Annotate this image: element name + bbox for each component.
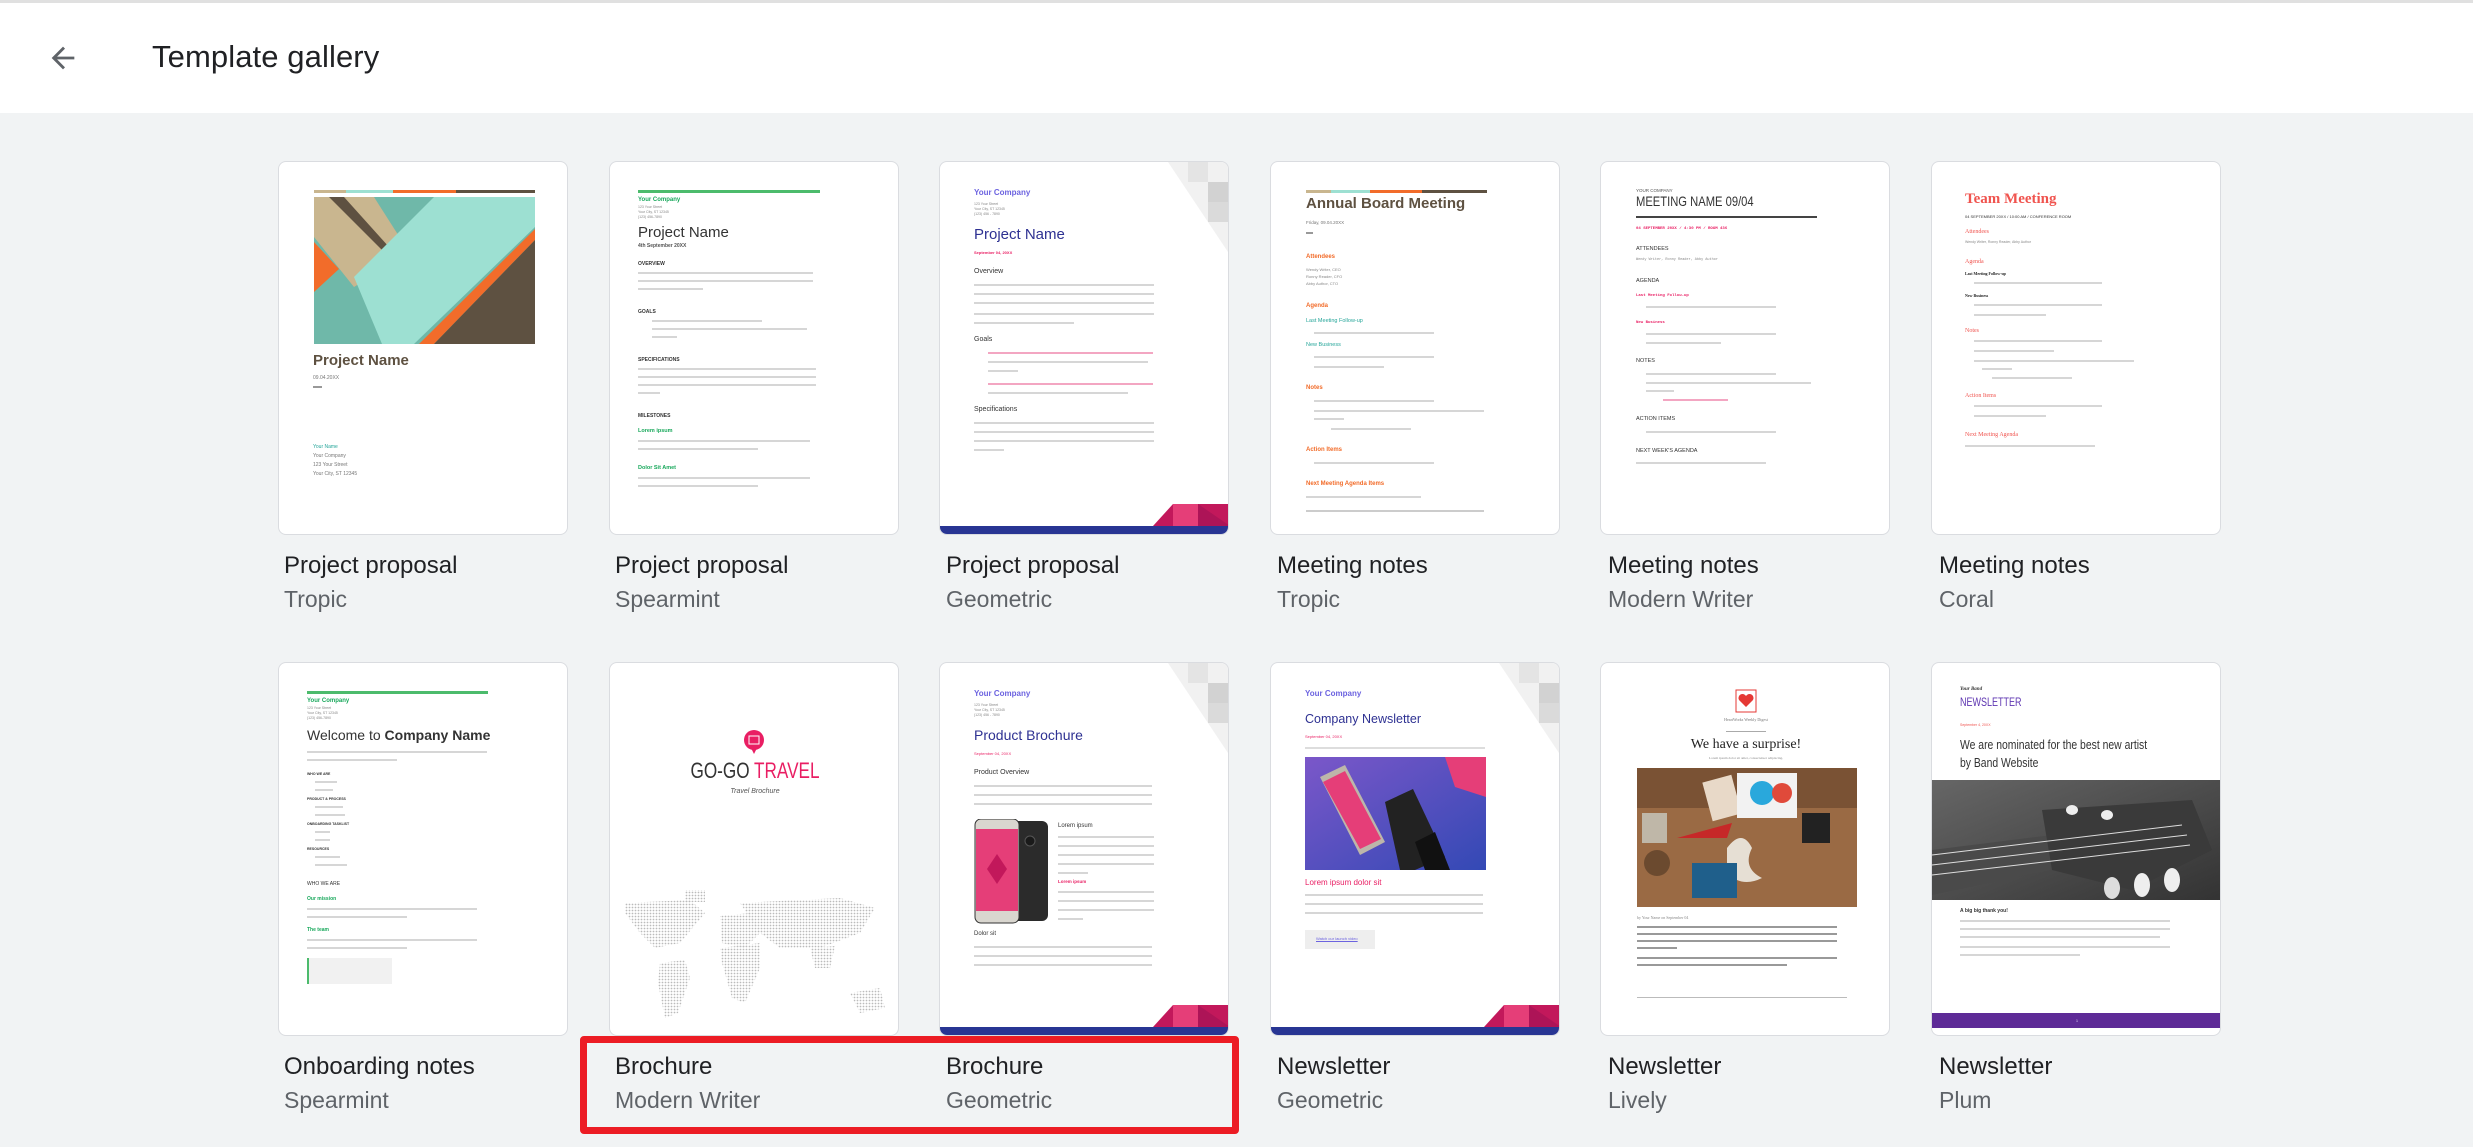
template-thumbnail-newsletter-geometric[interactable]: Your Company Company Newsletter Septembe… [1270, 662, 1560, 1036]
brand-logo: GO-GO TRAVEL [690, 758, 820, 783]
geometric-footer [940, 504, 1228, 534]
template-style: Geometric [946, 1087, 1053, 1113]
app-header: Template gallery [0, 3, 2473, 113]
heart-logo-icon [1735, 689, 1757, 713]
template-name: Newsletter [1608, 1053, 1722, 1080]
template-thumbnail-newsletter-plum[interactable]: Your Band NEWSLETTER September 4, 20XX W… [1931, 662, 2221, 1036]
geometric-corner [1168, 162, 1228, 252]
geometric-corner [1499, 663, 1559, 753]
template-label[interactable]: Project proposal Geometric [946, 550, 1246, 614]
geometric-footer [1271, 1005, 1559, 1035]
geometric-footer [940, 1005, 1228, 1035]
template-label[interactable]: Brochure Geometric [946, 1051, 1246, 1115]
template-style: Geometric [1277, 1087, 1384, 1113]
template-grid: Work Project Name 09.04.20XX Your Name Y… [0, 113, 2473, 1147]
template-thumbnail-onboarding-notes-spearmint[interactable]: Your Company 123 Your Street Your City, … [278, 662, 568, 1036]
template-label[interactable]: Meeting notes Modern Writer [1608, 550, 1908, 614]
template-style: Tropic [1277, 586, 1341, 612]
template-name: Project proposal [284, 552, 458, 579]
template-name: Newsletter [1939, 1053, 2053, 1080]
guitar-photo [1932, 780, 2220, 900]
template-name: Onboarding notes [284, 1053, 475, 1080]
template-style: Spearmint [284, 1087, 389, 1113]
map-pin-icon [744, 730, 764, 754]
template-name: Brochure [615, 1053, 713, 1080]
template-label[interactable]: Project proposal Tropic [284, 550, 584, 614]
template-style: Tropic [284, 586, 348, 612]
template-thumbnail-meeting-notes-modern-writer[interactable]: YOUR COMPANY MEETING NAME 09/04 04 SEPTE… [1600, 161, 1890, 535]
template-label[interactable]: Meeting notes Tropic [1277, 550, 1577, 614]
template-name: Brochure [946, 1053, 1044, 1080]
welcome-title: Welcome to Company Name [307, 727, 491, 743]
cover-image [314, 197, 535, 344]
color-bar [314, 190, 535, 193]
page-number-bar: 1 [1932, 1013, 2220, 1028]
template-name: Meeting notes [1277, 552, 1428, 579]
callout-box [307, 958, 392, 984]
template-label[interactable]: Meeting notes Coral [1939, 550, 2239, 614]
template-style: Plum [1939, 1087, 1992, 1113]
geometric-corner [1168, 663, 1228, 753]
template-name: Meeting notes [1608, 552, 1759, 579]
template-label[interactable]: Onboarding notes Spearmint [284, 1051, 584, 1115]
world-map-dots [625, 890, 885, 1018]
template-thumbnail-newsletter-lively[interactable]: HeartWorks Weekly Digest We have a surpr… [1600, 662, 1890, 1036]
template-thumbnail-meeting-notes-tropic[interactable]: Annual Board Meeting Friday, 09.04.20XX … [1270, 161, 1560, 535]
template-name: Project proposal [615, 552, 789, 579]
template-label[interactable]: Newsletter Lively [1608, 1051, 1908, 1115]
template-thumbnail-project-proposal-tropic[interactable]: Project Name 09.04.20XX Your Name Your C… [278, 161, 568, 535]
template-style: Coral [1939, 586, 1994, 612]
template-thumbnail-meeting-notes-coral[interactable]: Team Meeting 04 SEPTEMBER 20XX / 10:00 A… [1931, 161, 2221, 535]
template-name: Newsletter [1277, 1053, 1391, 1080]
newsletter-image [1305, 757, 1486, 870]
template-label[interactable]: Project proposal Spearmint [615, 550, 915, 614]
phone-image [974, 819, 1048, 924]
back-button[interactable] [38, 33, 88, 83]
template-label[interactable]: Newsletter Plum [1939, 1051, 2239, 1115]
template-label[interactable]: Brochure Modern Writer [615, 1051, 915, 1115]
template-style: Spearmint [615, 586, 720, 612]
template-thumbnail-project-proposal-spearmint[interactable]: Your Company 123 Your Street Your City, … [609, 161, 899, 535]
arrow-left-icon [51, 46, 75, 70]
template-name: Project proposal [946, 552, 1120, 579]
template-style: Modern Writer [1608, 586, 1754, 612]
template-style: Lively [1608, 1087, 1667, 1113]
page-title: Template gallery [152, 39, 380, 74]
template-thumbnail-brochure-geometric[interactable]: Your Company 123 Your Street Your City, … [939, 662, 1229, 1036]
section-heading: Work [290, 113, 341, 115]
flatlay-photo [1637, 768, 1857, 907]
template-label[interactable]: Newsletter Geometric [1277, 1051, 1577, 1115]
color-bar [1306, 190, 1487, 193]
template-style: Modern Writer [615, 1087, 761, 1113]
template-thumbnail-brochure-modern-writer[interactable]: GO-GO TRAVEL Travel Brochure [609, 662, 899, 1036]
template-name: Meeting notes [1939, 552, 2090, 579]
template-style: Geometric [946, 586, 1053, 612]
template-thumbnail-project-proposal-geometric[interactable]: Your Company 123 Your Street Your City, … [939, 161, 1229, 535]
